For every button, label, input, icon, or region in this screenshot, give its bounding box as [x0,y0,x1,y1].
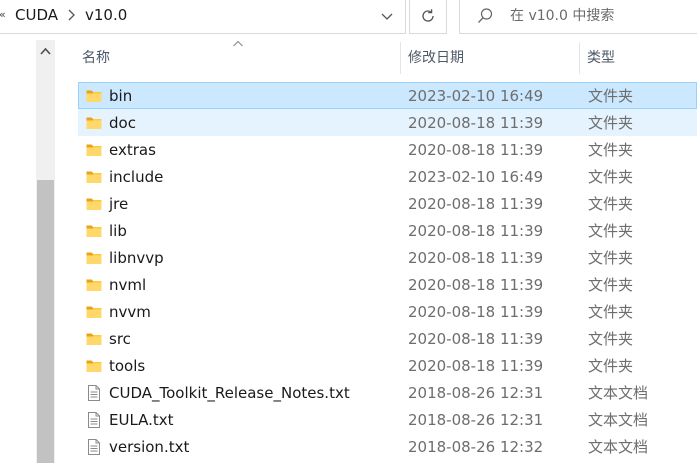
file-date-modified: 2023-02-10 16:49 [408,168,544,186]
folder-icon [85,276,103,294]
address-row: « CUDA v10.0 [0,0,697,34]
search-box[interactable] [459,0,697,34]
file-name: jre [109,195,129,213]
chevron-right-icon[interactable] [63,7,79,23]
nav-scrollbar-thumb[interactable] [37,180,54,463]
file-date-modified: 2020-08-18 11:39 [408,222,544,240]
folder-icon [85,141,103,159]
file-name: bin [109,87,133,105]
file-type: 文件夹 [588,249,634,267]
file-date-modified: 2020-08-18 11:39 [408,141,544,159]
file-row[interactable]: nvvm 2020-08-18 11:39 文件夹 [78,298,697,325]
refresh-icon [422,9,434,22]
file-list: bin 2023-02-10 16:49 文件夹 doc 2020-08-18 11:3… [78,82,697,460]
overflow-breadcrumb-icon[interactable]: « [0,7,7,23]
file-date-modified: 2020-08-18 11:39 [408,114,544,132]
file-type: 文件夹 [588,330,634,348]
text-file-icon [85,411,103,429]
text-file-icon [85,438,103,456]
folder-icon [85,168,103,186]
breadcrumb-cuda[interactable]: CUDA [15,5,58,25]
file-date-modified: 2023-02-10 16:49 [408,87,544,105]
file-name: EULA.txt [109,411,174,429]
search-input[interactable] [510,5,695,27]
file-name: nvml [109,276,147,294]
file-name: version.txt [109,438,190,456]
column-header-name[interactable]: 名称 [74,40,400,76]
file-date-modified: 2020-08-18 11:39 [408,249,544,267]
file-row[interactable]: tools 2020-08-18 11:39 文件夹 [78,352,697,379]
file-type: 文件夹 [588,357,634,375]
file-row[interactable]: EULA.txt 2018-08-26 12:31 文本文档 [78,406,697,433]
file-row[interactable]: extras 2020-08-18 11:39 文件夹 [78,136,697,163]
file-type: 文本文档 [588,411,649,429]
file-row[interactable]: nvml 2020-08-18 11:39 文件夹 [78,271,697,298]
file-row[interactable]: bin 2023-02-10 16:49 文件夹 [78,82,697,109]
search-icon [478,8,493,23]
file-date-modified: 2018-08-26 12:31 [408,411,544,429]
file-row[interactable]: CUDA_Toolkit_Release_Notes.txt 2018-08-26… [78,379,697,406]
folder-icon [85,249,103,267]
file-type: 文本文档 [588,384,649,402]
file-name: lib [109,222,127,240]
file-date-modified: 2018-08-26 12:32 [408,438,544,456]
file-row[interactable]: version.txt 2018-08-26 12:32 文本文档 [78,433,697,460]
file-type: 文件夹 [588,222,634,240]
folder-icon [85,195,103,213]
file-date-modified: 2020-08-18 11:39 [408,330,544,348]
file-name: extras [109,141,156,159]
file-date-modified: 2020-08-18 11:39 [408,357,544,375]
file-name: tools [109,357,146,375]
chevron-down-icon[interactable] [379,8,395,24]
nav-scroll-up-button[interactable] [36,40,55,62]
breadcrumb-v10[interactable]: v10.0 [85,5,127,25]
file-row[interactable]: lib 2020-08-18 11:39 文件夹 [78,217,697,244]
file-row[interactable]: include 2023-02-10 16:49 文件夹 [78,163,697,190]
file-name: src [109,330,131,348]
file-type: 文件夹 [588,141,634,159]
file-type: 文件夹 [588,114,634,132]
folder-icon [85,114,103,132]
address-bar[interactable]: « CUDA v10.0 [0,0,406,34]
file-name: libnvvp [109,249,164,267]
file-date-modified: 2018-08-26 12:31 [408,384,544,402]
column-header-date-modified[interactable]: 修改日期 [400,40,580,76]
file-row[interactable]: jre 2020-08-18 11:39 文件夹 [78,190,697,217]
file-row[interactable]: src 2020-08-18 11:39 文件夹 [78,325,697,352]
folder-icon [85,303,103,321]
file-name: CUDA_Toolkit_Release_Notes.txt [109,384,350,402]
file-type: 文件夹 [588,195,634,213]
file-name: include [109,168,164,186]
refresh-button[interactable] [409,0,447,34]
file-type: 文件夹 [588,168,634,186]
folder-icon [85,87,103,105]
file-type: 文本文档 [588,438,649,456]
scroll-up-arrow-icon [40,47,51,55]
file-row[interactable]: libnvvp 2020-08-18 11:39 文件夹 [78,244,697,271]
file-name: nvvm [109,303,151,321]
column-header-type[interactable]: 类型 [579,40,697,76]
file-row[interactable]: doc 2020-08-18 11:39 文件夹 [78,109,697,136]
file-date-modified: 2020-08-18 11:39 [408,276,544,294]
file-type: 文件夹 [588,87,634,105]
folder-icon [85,330,103,348]
file-type: 文件夹 [588,276,634,294]
file-type: 文件夹 [588,303,634,321]
folder-icon [85,357,103,375]
text-file-icon [85,384,103,402]
folder-icon [85,222,103,240]
file-date-modified: 2020-08-18 11:39 [408,195,544,213]
navigation-pane[interactable] [0,34,36,463]
file-name: doc [109,114,136,132]
file-date-modified: 2020-08-18 11:39 [408,303,544,321]
file-explorer-window: « CUDA v10.0 [0,0,697,463]
